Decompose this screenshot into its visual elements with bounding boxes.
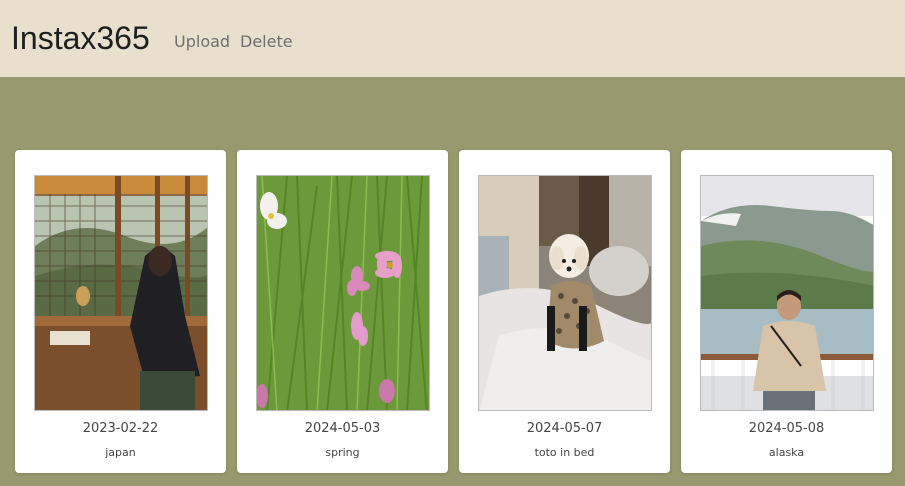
photo-date: 2023-02-22: [82, 421, 159, 436]
photo-card[interactable]: 2024-05-03 spring: [237, 150, 448, 473]
photo-caption: japan: [105, 446, 136, 459]
photo-date: 2024-05-03: [304, 421, 381, 436]
photo-card[interactable]: 2024-05-07 toto in bed: [459, 150, 670, 473]
upload-link[interactable]: Upload: [174, 33, 230, 51]
photo-date: 2024-05-08: [748, 421, 825, 436]
photo-caption: spring: [325, 446, 360, 459]
photo-card[interactable]: 2024-05-08 alaska: [681, 150, 892, 473]
photo-caption: alaska: [768, 446, 805, 459]
photo-date: 2024-05-07: [526, 421, 603, 436]
photo-caption: toto in bed: [534, 446, 595, 459]
photo-card[interactable]: 2023-02-22 japan: [15, 150, 226, 473]
navbar: Instax365 Upload Delete: [0, 0, 905, 77]
photo-spring[interactable]: [256, 175, 430, 411]
photo-alaska[interactable]: [700, 175, 874, 411]
photo-japan[interactable]: [34, 175, 208, 411]
photo-toto-in-bed[interactable]: [478, 175, 652, 411]
delete-link[interactable]: Delete: [240, 33, 293, 51]
brand-title[interactable]: Instax365: [11, 18, 150, 58]
